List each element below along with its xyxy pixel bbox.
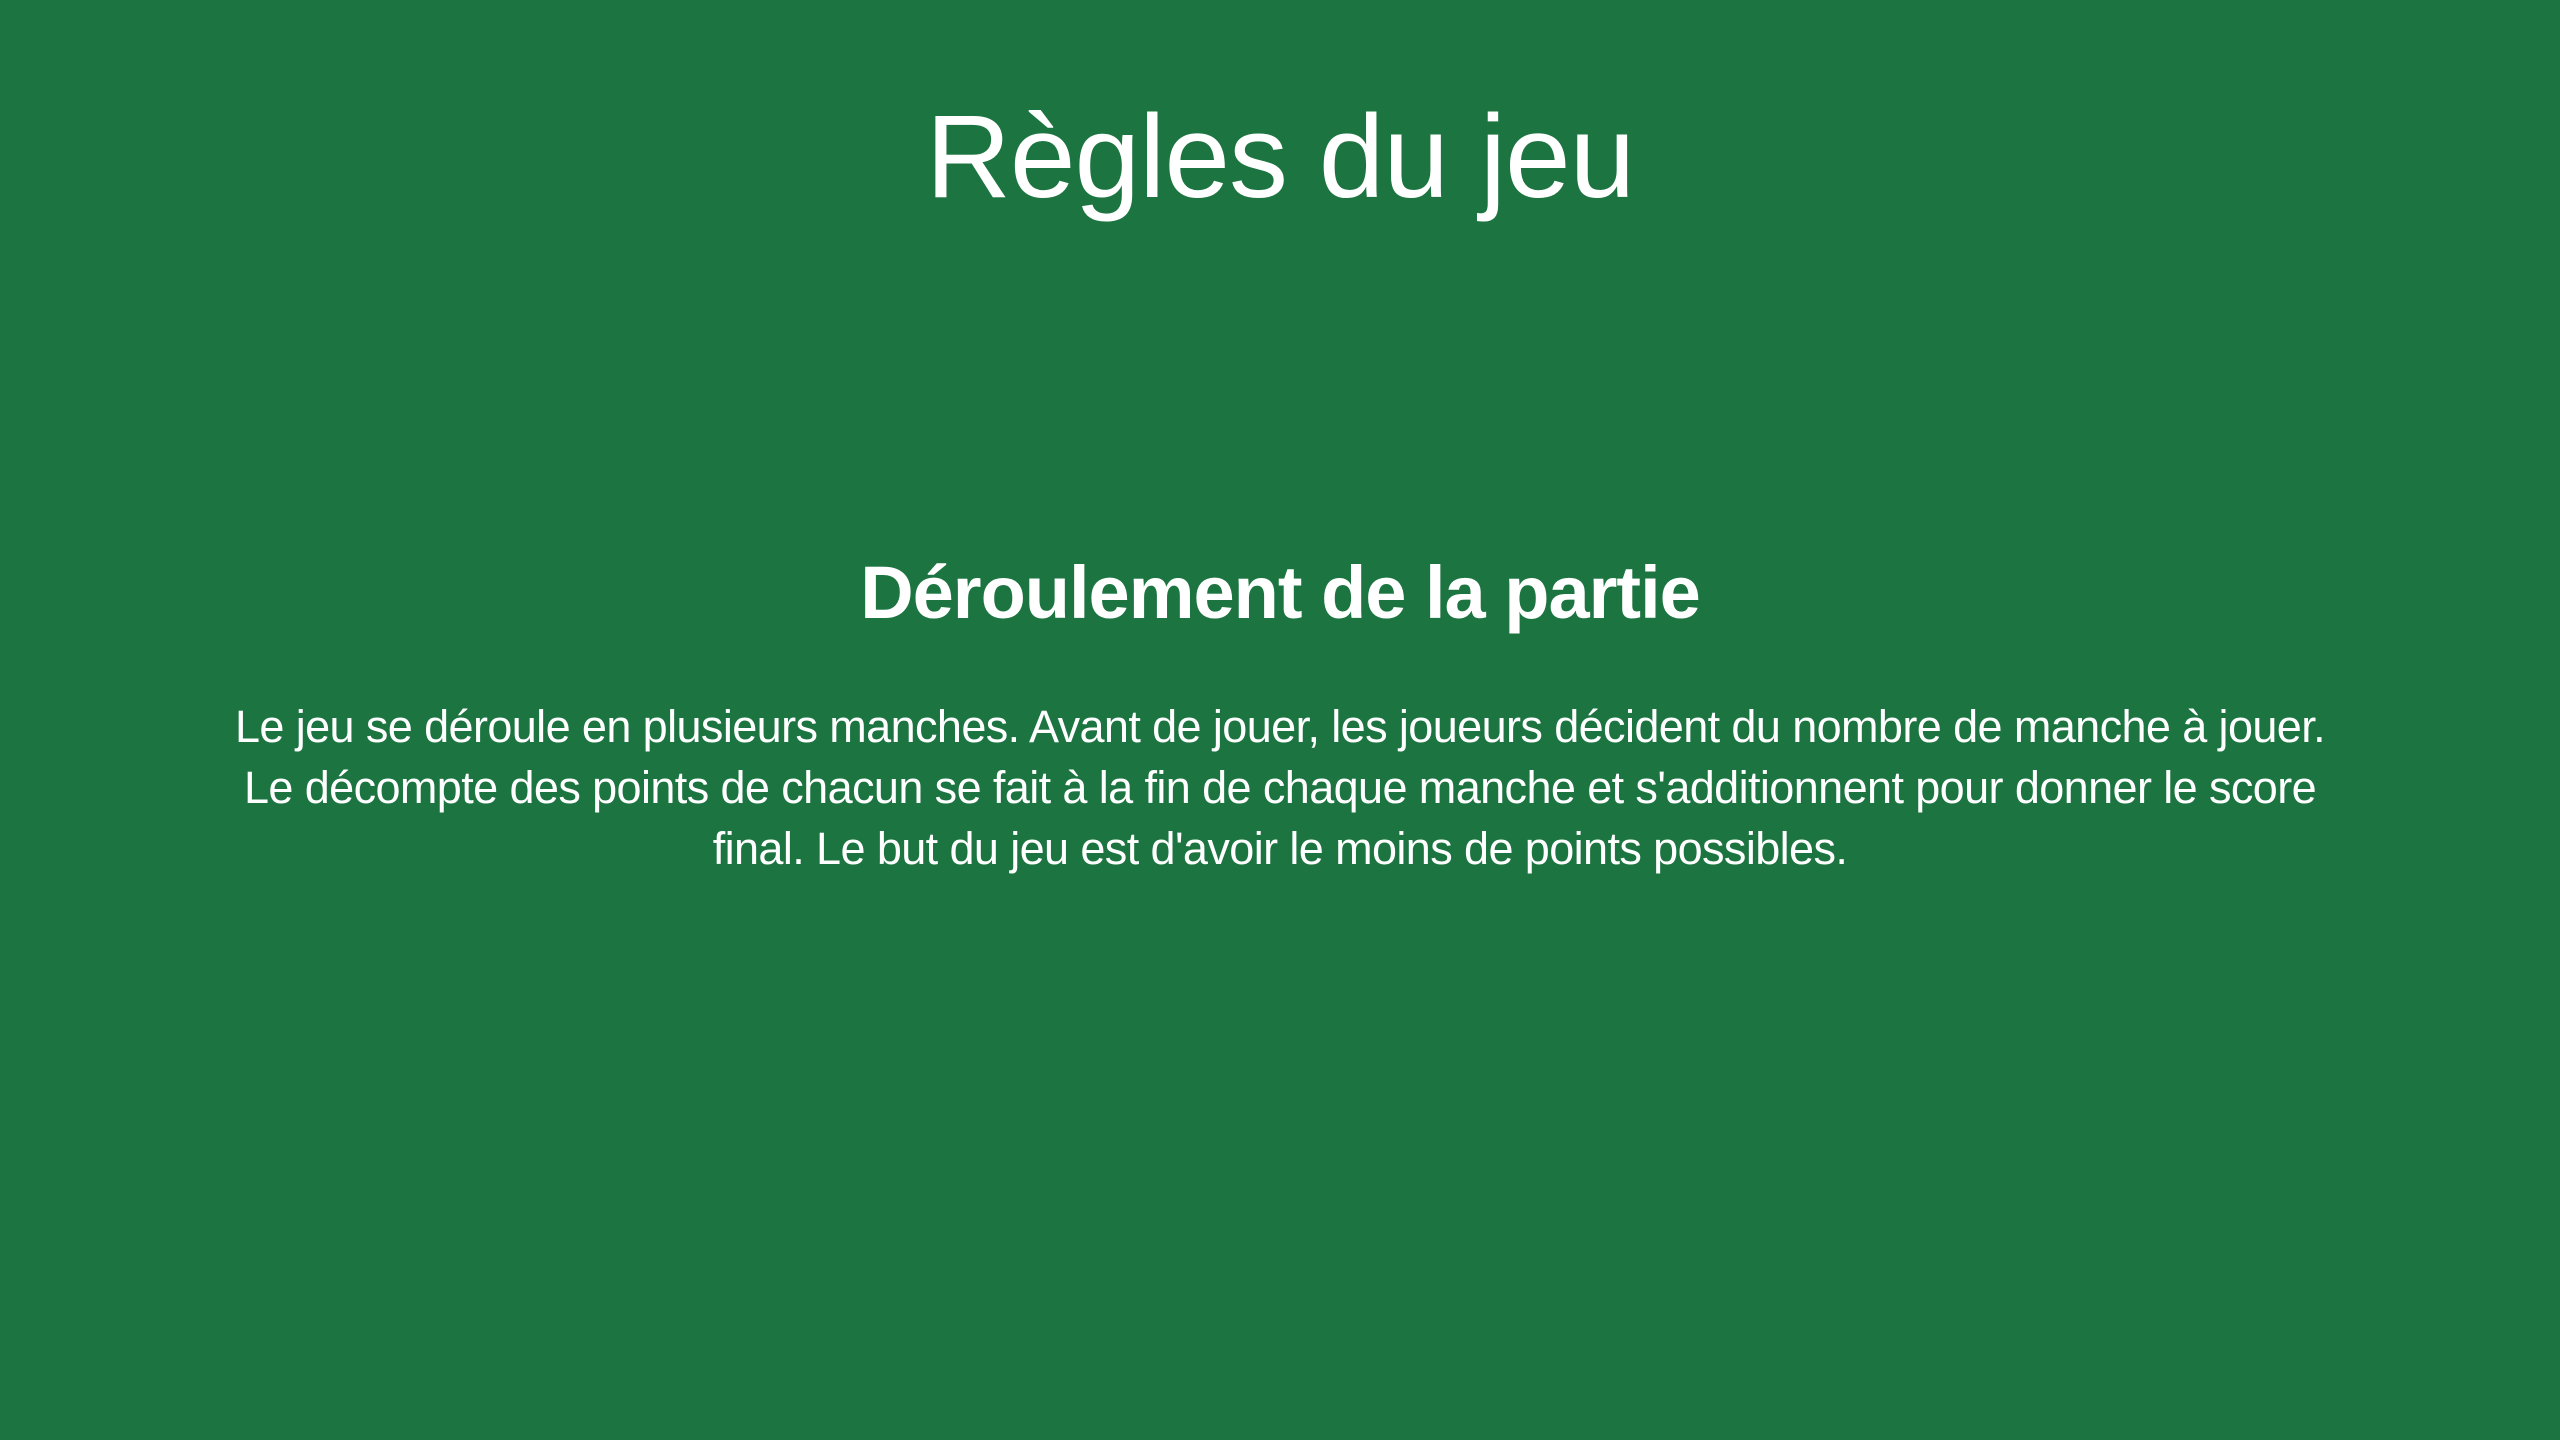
section-heading: Déroulement de la partie xyxy=(860,551,1701,634)
rules-screen: Règles du jeu Déroulement de la partie L… xyxy=(0,0,2560,1440)
rules-section: Déroulement de la partie Le jeu se dérou… xyxy=(0,540,2560,879)
section-body-text: Le jeu se déroule en plusieurs manches. … xyxy=(234,701,2326,874)
page-title: Règles du jeu xyxy=(925,91,1636,223)
